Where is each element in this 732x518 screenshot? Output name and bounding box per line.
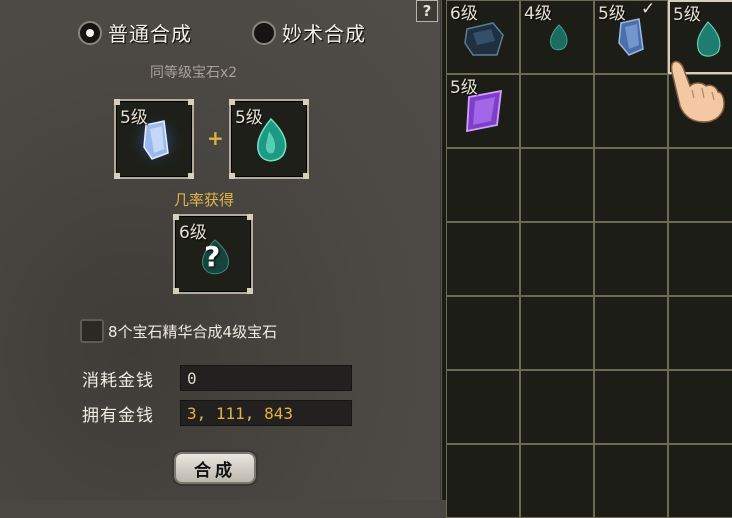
essence-checkbox[interactable]	[80, 319, 104, 343]
inventory-cell[interactable]	[520, 444, 594, 518]
essence-label: 8个宝石精华合成4级宝石	[108, 322, 278, 341]
mode-special-label: 妙术合成	[282, 22, 366, 46]
inventory-cell[interactable]	[594, 74, 668, 148]
inventory-cell[interactable]	[446, 370, 520, 444]
cell-level-label: 5级	[450, 78, 478, 98]
cost-label: 消耗金钱	[82, 370, 154, 391]
synthesis-panel: 普通合成 妙术合成 同等级宝石x2 5级 + 5级 几率获得 6级 ? 8个宝石…	[0, 0, 442, 500]
plus-sign: +	[207, 126, 224, 150]
essence-option[interactable]: 8个宝石精华合成4级宝石	[80, 319, 277, 343]
inventory-cell[interactable]	[668, 296, 732, 370]
inventory-cell[interactable]	[520, 74, 594, 148]
radio-button[interactable]	[252, 20, 276, 45]
inventory-cell[interactable]: 5级 ✓	[594, 0, 668, 74]
slot-level-label: 6级	[179, 223, 207, 243]
inventory-cell[interactable]	[520, 296, 594, 370]
input-slot-1[interactable]: 5级	[114, 99, 194, 179]
cell-level-label: 6级	[450, 4, 478, 24]
inventory-cell[interactable]	[594, 370, 668, 444]
slot-level-label: 5级	[120, 108, 148, 128]
input-slot-2[interactable]: 5级	[229, 99, 309, 179]
inventory-cell[interactable]	[594, 296, 668, 370]
inventory-cell[interactable]	[446, 148, 520, 222]
mode-special-radio[interactable]: 妙术合成	[252, 18, 366, 47]
radio-button[interactable]	[78, 20, 102, 45]
synthesize-button[interactable]: 合成	[174, 452, 256, 484]
owned-label: 拥有金钱	[82, 405, 154, 426]
inventory-cell[interactable]	[594, 148, 668, 222]
owned-row: 拥有金钱 3, 111, 843	[82, 400, 352, 426]
inventory-cell[interactable]	[668, 222, 732, 296]
inventory-cell[interactable]	[668, 370, 732, 444]
inventory-cell[interactable]	[446, 222, 520, 296]
inventory-cell[interactable]: 6级	[446, 0, 520, 74]
output-slot: 6级 ?	[173, 214, 253, 294]
mode-normal-radio[interactable]: 普通合成	[78, 18, 192, 47]
inventory-cell[interactable]	[520, 148, 594, 222]
chance-label: 几率获得	[174, 191, 235, 209]
inventory-cell[interactable]	[668, 444, 732, 518]
cost-row: 消耗金钱 0	[82, 365, 352, 391]
help-button[interactable]: ?	[416, 0, 438, 22]
inventory-cell[interactable]	[594, 222, 668, 296]
question-mark-icon: ?	[204, 240, 221, 273]
requirement-text: 同等级宝石x2	[150, 65, 238, 81]
cost-value: 0	[180, 365, 352, 391]
inventory-cell[interactable]	[446, 444, 520, 518]
cell-level-label: 5级	[673, 5, 701, 25]
cell-level-label: 4级	[524, 4, 552, 24]
inventory-cell[interactable]	[520, 222, 594, 296]
inventory-cell[interactable]: 4级	[520, 0, 594, 74]
cell-level-label: 5级	[598, 4, 626, 24]
owned-value: 3, 111, 843	[180, 400, 352, 426]
inventory-cell[interactable]	[594, 444, 668, 518]
inventory-cell[interactable]	[446, 296, 520, 370]
slot-level-label: 5级	[235, 108, 263, 128]
inventory-cell[interactable]: 5级	[446, 74, 520, 148]
mode-normal-label: 普通合成	[108, 22, 192, 46]
check-mark-icon: ✓	[641, 0, 656, 19]
inventory-cell[interactable]	[520, 370, 594, 444]
inventory-cell[interactable]	[668, 148, 732, 222]
hand-cursor-icon	[670, 60, 725, 123]
